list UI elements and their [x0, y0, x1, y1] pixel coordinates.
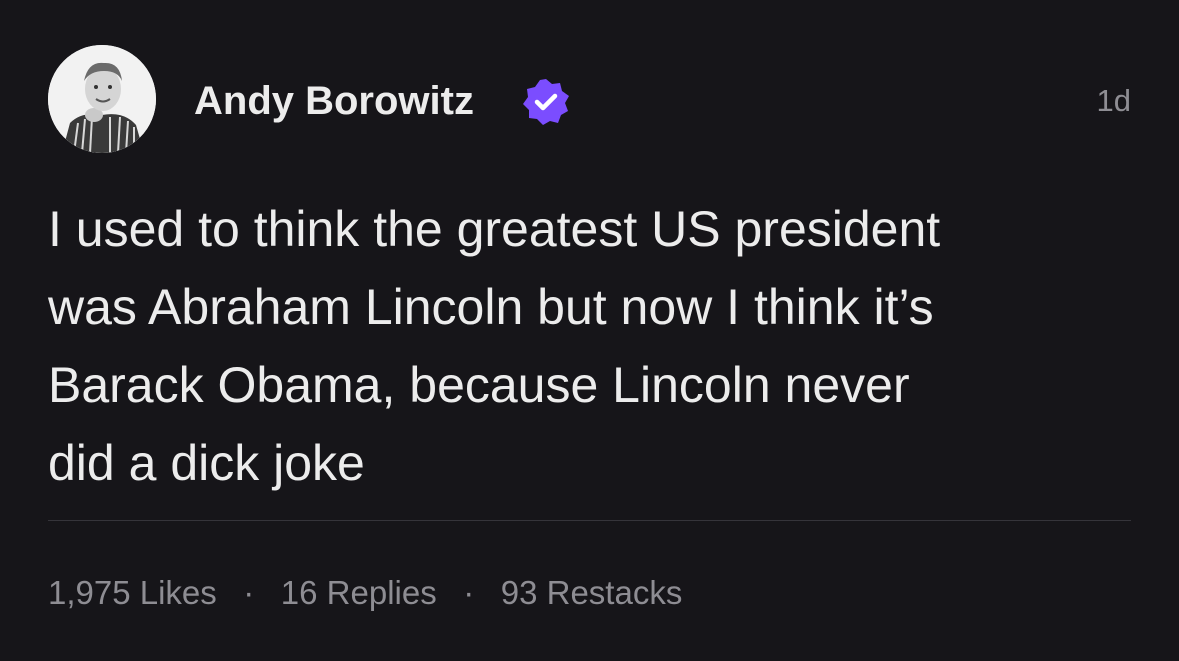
- verified-badge-icon: [521, 77, 571, 127]
- note-card: Andy Borowitz 1d I used to think the gre…: [0, 0, 1179, 661]
- replies-count[interactable]: 16 Replies: [281, 574, 437, 612]
- avatar-photo: [48, 45, 156, 153]
- restacks-count[interactable]: 93 Restacks: [501, 574, 683, 612]
- divider: [48, 520, 1131, 521]
- author-avatar[interactable]: [48, 45, 156, 153]
- note-header: Andy Borowitz 1d: [48, 45, 1131, 157]
- stat-separator: ·: [243, 574, 255, 611]
- timestamp[interactable]: 1d: [1097, 81, 1131, 121]
- author-name[interactable]: Andy Borowitz: [194, 79, 474, 123]
- note-body: I used to think the greatest US presiden…: [48, 201, 941, 491]
- stat-separator: ·: [463, 574, 475, 611]
- engagement-stats: 1,975 Likes · 16 Replies · 93 Restacks: [48, 571, 682, 615]
- likes-count[interactable]: 1,975 Likes: [48, 574, 217, 612]
